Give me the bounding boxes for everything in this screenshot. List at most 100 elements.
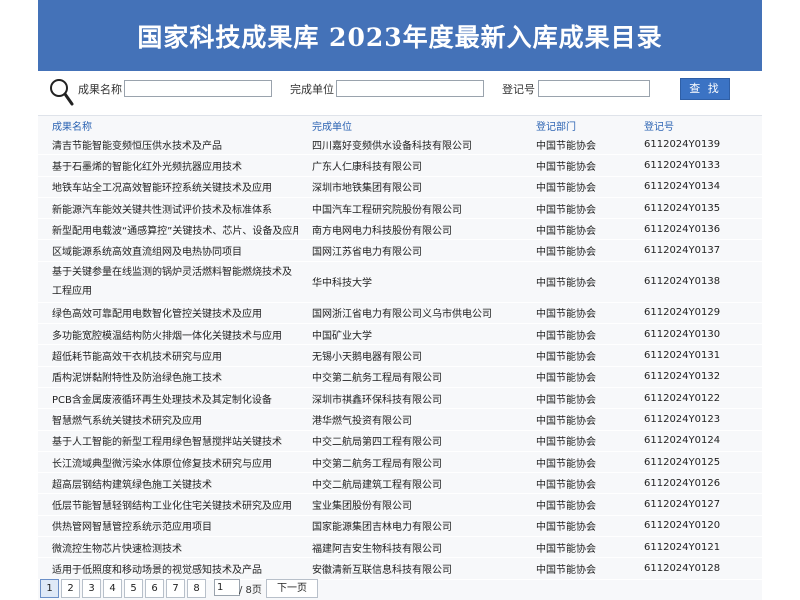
next-page-button[interactable]: 下一页 — [266, 579, 318, 598]
column-header-name[interactable]: 成果名称 — [38, 116, 298, 134]
cell-unit: 中交第二航务工程局有限公司 — [298, 451, 522, 474]
cell-regno: 6112024Y0125 — [630, 451, 762, 474]
table-row[interactable]: 超高层钢结构建筑绿色施工关键技术 中交二航局建筑工程有限公司 中国节能协会 61120… — [38, 472, 762, 495]
cell-dept: 中国节能协会 — [522, 387, 630, 410]
table-row[interactable]: 绿色高效可靠配用电数智化管控关键技术及应用 国网浙江省电力有限公司义乌市供电公司中… — [38, 302, 762, 325]
cell-unit: 国网浙江省电力有限公司义乌市供电公司 — [298, 302, 522, 325]
table-row[interactable]: 新能源汽车能效关键共性测试评价技术及标准体系 中国汽车工程研究院股份有限公司 中国节… — [38, 197, 762, 220]
table-row[interactable]: 基于石墨烯的智能化红外光频抗器应用技术 广东人仁康科技有限公司 中国节能协会 6112… — [38, 154, 762, 177]
cell-regno: 6112024Y0127 — [630, 493, 762, 516]
cell-dept: 中国节能协会 — [522, 197, 630, 220]
cell-dept: 中国节能协会 — [522, 515, 630, 538]
unit-input[interactable] — [336, 80, 484, 97]
cell-regno: 6112024Y0124 — [630, 430, 762, 452]
cell-regno: 6112024Y0136 — [630, 218, 762, 241]
cell-name[interactable]: 超高层钢结构建筑绿色施工关键技术 — [38, 472, 298, 495]
cell-name[interactable]: 新能源汽车能效关键共性测试评价技术及标准体系 — [38, 197, 298, 220]
cell-dept: 中国节能协会 — [522, 239, 630, 262]
field-label-regno: 登记号 — [502, 83, 535, 96]
cell-dept: 中国节能协会 — [522, 218, 630, 241]
page-link-2[interactable]: 2 — [61, 579, 80, 598]
field-label-unit: 完成单位 — [290, 83, 334, 96]
table-row[interactable]: 适用于低照度和移动场景的视觉感知技术及产品 安徽清新互联信息科技有限公司 中国节能协… — [38, 557, 762, 580]
cell-dept: 中国节能协会 — [522, 493, 630, 516]
cell-dept: 中国节能协会 — [522, 261, 630, 303]
cell-name[interactable]: 基于石墨烯的智能化红外光频抗器应用技术 — [38, 154, 298, 177]
cell-regno: 6112024Y0130 — [630, 323, 762, 346]
page-link-3[interactable]: 3 — [82, 579, 101, 598]
cell-dept: 中国节能协会 — [522, 430, 630, 452]
column-header-regno[interactable]: 登记号 — [630, 116, 762, 134]
cell-name[interactable]: 适用于低照度和移动场景的视觉感知技术及产品 — [38, 557, 298, 580]
cell-name[interactable]: 长江流域典型微污染水体原位修复技术研究与应用 — [38, 451, 298, 474]
cell-regno: 6112024Y0132 — [630, 366, 762, 388]
cell-name[interactable]: 微流控生物芯片快速检测技术 — [38, 536, 298, 559]
table-row[interactable]: PCB含金属废液循环再生处理技术及其定制化设备 深圳市祺鑫环保科技有限公司 中国节能… — [38, 387, 762, 410]
table-row[interactable]: 区域能源系统高效直流组网及电热协同项目 国网江苏省电力有限公司 中国节能协会 6112… — [38, 239, 762, 262]
page-link-1[interactable]: 1 — [40, 579, 59, 598]
cell-dept: 中国节能协会 — [522, 408, 630, 431]
table-row[interactable]: 低层节能智慧轻钢结构工业化住宅关键技术研究及应用 宝业集团股份有限公司 中国节能协会… — [38, 493, 762, 516]
cell-name[interactable]: 供热管网智慧管控系统示范应用项目 — [38, 515, 298, 538]
cell-name[interactable]: 基于关键参量在线监测的锅炉灵活燃料智能燃烧技术及工程应用 — [38, 261, 298, 303]
cell-regno: 6112024Y0121 — [630, 536, 762, 559]
table-row[interactable]: 超低耗节能高效干衣机技术研究与应用 无锡小天鹅电器有限公司 中国节能协会 611202… — [38, 344, 762, 367]
cell-name[interactable]: 智慧燃气系统关键技术研究及应用 — [38, 408, 298, 431]
cell-dept: 中国节能协会 — [522, 536, 630, 559]
cell-name[interactable]: 绿色高效可靠配用电数智化管控关键技术及应用 — [38, 302, 298, 325]
cell-name[interactable]: 新型配用电载波“通感算控”关键技术、芯片、设备及应用 — [38, 218, 298, 241]
table-row[interactable]: 清吉节能智能变频恒压供水技术及产品 四川嘉好变频供水设备科技有限公司 中国节能协会 6… — [38, 134, 762, 156]
cell-name[interactable]: 多功能宽腔模温结构防火排烟一体化关键技术与应用 — [38, 323, 298, 346]
page-title: 国家科技成果库 2023年度最新入库成果目录 — [137, 22, 663, 52]
cell-name[interactable]: 地铁车站全工况高效智能环控系统关键技术及应用 — [38, 176, 298, 198]
name-input[interactable] — [124, 80, 272, 97]
cell-name[interactable]: 区域能源系统高效直流组网及电热协同项目 — [38, 239, 298, 262]
page-number-input[interactable]: 1 — [214, 579, 240, 596]
cell-unit: 国网江苏省电力有限公司 — [298, 239, 522, 262]
table-row[interactable]: 供热管网智慧管控系统示范应用项目 国家能源集团吉林电力有限公司 中国节能协会 6112… — [38, 515, 762, 538]
field-label-name: 成果名称 — [78, 83, 122, 96]
cell-name[interactable]: 清吉节能智能变频恒压供水技术及产品 — [38, 134, 298, 156]
table-row[interactable]: 新型配用电载波“通感算控”关键技术、芯片、设备及应用 南方电网电力科技股份有限公司… — [38, 218, 762, 241]
cell-regno: 6112024Y0133 — [630, 154, 762, 177]
cell-unit: 中交二航局建筑工程有限公司 — [298, 472, 522, 495]
cell-name[interactable]: 超低耗节能高效干衣机技术研究与应用 — [38, 344, 298, 367]
cell-unit: 中国汽车工程研究院股份有限公司 — [298, 197, 522, 220]
table-row[interactable]: 基于关键参量在线监测的锅炉灵活燃料智能燃烧技术及工程应用 华中科技大学 中国节能协会… — [38, 261, 762, 303]
search-button[interactable]: 查 找 — [680, 78, 730, 100]
column-header-dept[interactable]: 登记部门 — [522, 116, 630, 134]
table-row[interactable]: 地铁车站全工况高效智能环控系统关键技术及应用 深圳市地铁集团有限公司 中国节能协会 6… — [38, 176, 762, 198]
cell-regno: 6112024Y0138 — [630, 261, 762, 303]
results-panel: 成果名称 完成单位 登记部门 登记号 清吉节能智能变频恒压供水技术及产品 四川嘉好… — [38, 116, 762, 600]
table-row[interactable]: 多功能宽腔模温结构防火排烟一体化关键技术与应用 中国矿业大学 中国节能协会 61120… — [38, 323, 762, 346]
cell-name[interactable]: 基于人工智能的新型工程用绿色智慧搅拌站关键技术 — [38, 430, 298, 452]
table-row[interactable]: 长江流域典型微污染水体原位修复技术研究与应用 中交第二航务工程局有限公司 中国节能协… — [38, 451, 762, 474]
cell-dept: 中国节能协会 — [522, 176, 630, 198]
regno-input[interactable] — [538, 80, 650, 97]
cell-regno: 6112024Y0139 — [630, 134, 762, 156]
cell-name[interactable]: 低层节能智慧轻钢结构工业化住宅关键技术研究及应用 — [38, 493, 298, 516]
cell-unit: 无锡小天鹅电器有限公司 — [298, 344, 522, 367]
page-link-5[interactable]: 5 — [124, 579, 143, 598]
cell-dept: 中国节能协会 — [522, 451, 630, 474]
page-total-text: / 8页 — [239, 585, 262, 596]
cell-unit: 深圳市祺鑫环保科技有限公司 — [298, 387, 522, 410]
cell-unit: 广东人仁康科技有限公司 — [298, 154, 522, 177]
table-row[interactable]: 基于人工智能的新型工程用绿色智慧搅拌站关键技术 中交二航局第四工程有限公司 中国节能… — [38, 430, 762, 452]
cell-regno: 6112024Y0135 — [630, 197, 762, 220]
table-row[interactable]: 微流控生物芯片快速检测技术 福建阿吉安生物科技有限公司 中国节能协会 6112024Y… — [38, 536, 762, 559]
cell-name[interactable]: 盾构泥饼黏附特性及防治绿色施工技术 — [38, 366, 298, 388]
column-header-unit[interactable]: 完成单位 — [298, 116, 522, 134]
page-link-4[interactable]: 4 — [103, 579, 122, 598]
table-row[interactable]: 智慧燃气系统关键技术研究及应用 港华燃气投资有限公司 中国节能协会 6112024Y0… — [38, 408, 762, 431]
cell-unit: 中国矿业大学 — [298, 323, 522, 346]
cell-regno: 6112024Y0137 — [630, 239, 762, 262]
cell-unit: 宝业集团股份有限公司 — [298, 493, 522, 516]
page-link-7[interactable]: 7 — [166, 579, 185, 598]
page-link-8[interactable]: 8 — [187, 579, 206, 598]
page-link-6[interactable]: 6 — [145, 579, 164, 598]
cell-name[interactable]: PCB含金属废液循环再生处理技术及其定制化设备 — [38, 387, 298, 410]
pagination: 1 2 3 4 5 6 7 8 1 / 8页 下一页 — [38, 577, 762, 600]
cell-dept: 中国节能协会 — [522, 323, 630, 346]
table-row[interactable]: 盾构泥饼黏附特性及防治绿色施工技术 中交第二航务工程局有限公司 中国节能协会 6112… — [38, 366, 762, 388]
